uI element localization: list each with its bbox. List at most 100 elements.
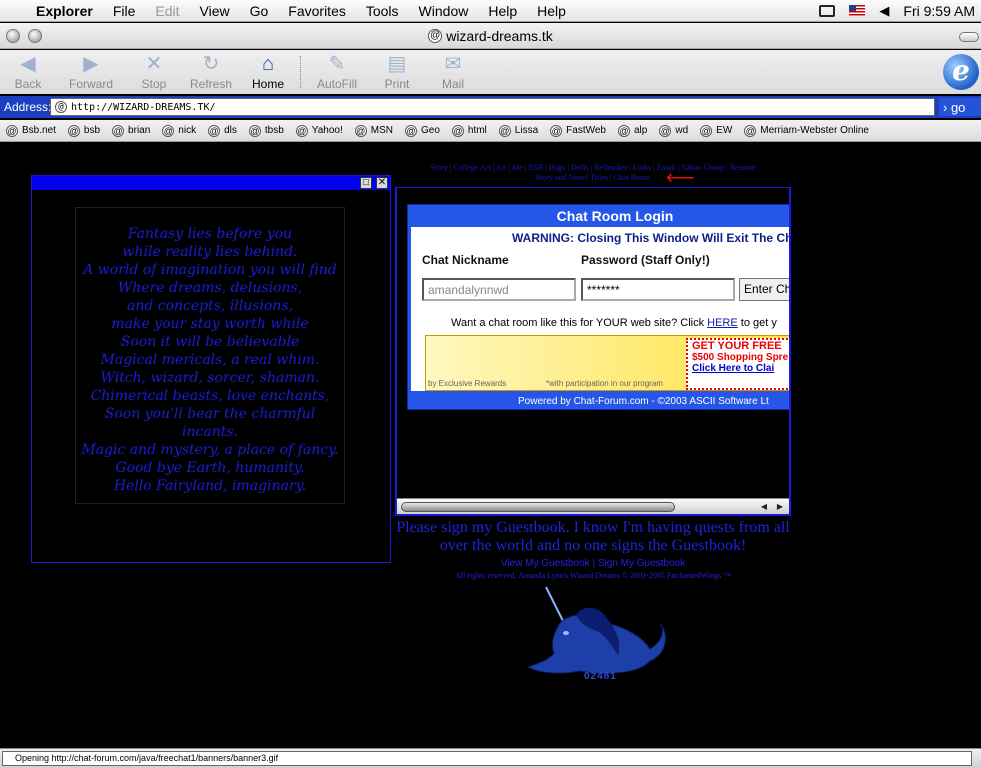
favorite-item[interactable]: @ bsb — [67, 124, 100, 137]
display-icon[interactable] — [819, 4, 836, 17]
favorite-label: Geo — [420, 125, 440, 136]
scroll-left-icon[interactable]: ◀ — [757, 500, 771, 514]
status-text: Opening http://chat-forum.com/java/freec… — [2, 751, 972, 766]
minimize-window-icon[interactable] — [28, 29, 42, 43]
poem-text: Fantasy lies before you while reality lie… — [75, 207, 345, 504]
address-input[interactable]: @ http://WIZARD-DREAMS.TK/ — [50, 98, 935, 116]
refresh-button[interactable]: ↻ Refresh — [182, 50, 240, 94]
banner-offer[interactable]: GET YOUR FREE $500 Shopping Spre Click H… — [686, 338, 789, 390]
site-nav-links: Story | College Art | Art | Me | BSB | B… — [395, 163, 791, 183]
favorite-item[interactable]: @ Lissa — [498, 124, 538, 137]
promo-text-suffix: to get y — [740, 317, 777, 329]
scroll-right-icon[interactable]: ▶ — [773, 500, 787, 514]
menu-help-2[interactable]: Help — [527, 3, 576, 19]
horizontal-scrollbar[interactable]: ◀ ▶ — [397, 498, 789, 514]
favorite-item[interactable]: @ MSN — [354, 124, 393, 137]
forward-button[interactable]: ▶ Forward — [56, 50, 126, 94]
favorite-item[interactable]: @ alp — [618, 124, 647, 137]
browser-toolbar: ◀ Back ▶ Forward ✕ Stop ↻ Refresh ⌂ Home ✎ Aut… — [0, 50, 981, 94]
favorite-item[interactable]: @ tbsb — [248, 124, 284, 137]
favorite-item[interactable]: @ dls — [208, 124, 237, 137]
close-window-icon[interactable] — [6, 29, 20, 43]
address-bar: Address: @ http://WIZARD-DREAMS.TK/ › go — [0, 96, 981, 118]
window-title: wizard-dreams.tk — [446, 27, 553, 44]
favorite-item[interactable]: @ html — [451, 124, 487, 137]
favorite-item[interactable]: @ EW — [700, 124, 733, 137]
autofill-label: AutoFill — [316, 77, 357, 91]
favorite-icon: @ — [451, 124, 464, 137]
autofill-icon: ✎ — [328, 53, 346, 75]
copyright-text: All rights reserved. Amanda Lynn's Wizar… — [454, 571, 732, 580]
poem-line: Good bye Earth, humanity. — [115, 460, 305, 476]
menu-go[interactable]: Go — [240, 3, 279, 19]
sign-guestbook-link[interactable]: Sign My Guestbook — [598, 558, 685, 569]
favorite-item[interactable]: @ Merriam-Webster Online — [744, 124, 869, 137]
password-label: Password (Staff Only!) — [581, 253, 710, 267]
favorite-item[interactable]: @ wd — [659, 124, 689, 137]
favorite-label: wd — [675, 125, 689, 136]
poem-line: Chimerical beasts, love enchants, — [90, 388, 330, 404]
web-page: □ ✕ Fantasy lies before you while reality… — [0, 143, 981, 748]
speaker-icon[interactable]: ◀ — [879, 3, 889, 19]
mail-icon: ✉ — [444, 53, 462, 75]
maximize-icon[interactable]: □ — [360, 177, 372, 189]
favorite-label: Merriam-Webster Online — [760, 125, 869, 136]
forward-label: Forward — [68, 77, 113, 91]
favorite-label: dls — [224, 125, 237, 136]
offer-claim-link[interactable]: Click Here to Clai — [692, 363, 789, 374]
poem-line: Soon you'll bear the charmful incants. — [104, 406, 316, 440]
favorite-item[interactable]: @ Bsb.net — [6, 124, 56, 137]
toolbar-toggle-icon[interactable] — [959, 32, 979, 42]
autofill-button[interactable]: ✎ AutoFill — [305, 50, 369, 94]
back-button[interactable]: ◀ Back — [0, 50, 56, 94]
nickname-input[interactable]: amandalynnwd — [422, 278, 576, 301]
poem-line: make your stay worth while — [111, 316, 309, 332]
menu-view[interactable]: View — [190, 3, 240, 19]
view-guestbook-link[interactable]: View My Guestbook — [501, 558, 590, 569]
printer-icon: ▤ — [387, 53, 407, 75]
home-button[interactable]: ⌂ Home — [240, 50, 296, 94]
unicorn-eye — [563, 631, 569, 635]
favorite-label: nick — [178, 125, 197, 136]
menu-favorites[interactable]: Favorites — [278, 3, 356, 19]
favorite-icon: @ — [6, 124, 18, 137]
favorite-item[interactable]: @ FastWeb — [550, 124, 606, 137]
close-icon[interactable]: ✕ — [376, 177, 388, 189]
refresh-icon: ↻ — [202, 53, 220, 75]
favorite-label: EW — [716, 125, 733, 136]
menu-help[interactable]: Help — [478, 3, 527, 19]
favorite-item[interactable]: @ brian — [112, 124, 150, 137]
menu-tools[interactable]: Tools — [356, 3, 409, 19]
print-button[interactable]: ▤ Print — [369, 50, 425, 94]
enter-chat-button[interactable]: Enter Ch — [739, 278, 789, 301]
favorites-bar: @ Bsb.net @ bsb @ brian @ nick @ dls @ tbsb @ Yahoo! @… — [0, 120, 981, 142]
nav-line-2[interactable]: Story and Novel Titles | Chat Room — [395, 173, 791, 183]
menu-explorer[interactable]: Explorer — [24, 3, 103, 19]
favorite-item[interactable]: @ nick — [162, 124, 197, 137]
favorite-item[interactable]: @ Yahoo! — [295, 124, 343, 137]
here-link[interactable]: HERE — [707, 317, 738, 329]
clock[interactable]: Fri 9:59 AM — [903, 3, 975, 19]
flag-icon[interactable] — [849, 5, 866, 16]
menu-edit[interactable]: Edit — [145, 3, 189, 19]
chat-frame: Chat Room Login WARNING: Closing This Wi… — [395, 187, 791, 516]
menu-extras: ◀ Fri 9:59 AM — [819, 3, 981, 19]
menu-window[interactable]: Window — [409, 3, 479, 19]
unicorn-image — [526, 586, 666, 674]
mail-button[interactable]: ✉ Mail — [425, 50, 481, 94]
red-arrow-icon: ⟵ — [666, 167, 695, 189]
site-icon: @ — [55, 101, 67, 113]
internet-explorer-logo[interactable]: e — [943, 54, 979, 90]
favorite-icon: @ — [248, 124, 261, 137]
favorite-item[interactable]: @ Geo — [404, 124, 440, 137]
scroll-thumb[interactable] — [401, 502, 675, 512]
go-button[interactable]: › go — [939, 98, 981, 116]
chat-login-panel: Chat Room Login WARNING: Closing This Wi… — [407, 204, 789, 410]
nav-line-1[interactable]: Story | College Art | Art | Me | BSB | B… — [395, 163, 791, 173]
menu-file[interactable]: File — [103, 3, 146, 19]
stop-button[interactable]: ✕ Stop — [126, 50, 182, 94]
popup-title-bar[interactable]: □ ✕ — [32, 176, 390, 190]
chat-promo-line: Want a chat room like this for YOUR web … — [451, 317, 777, 329]
ad-banner[interactable]: by Exclusive Rewards *with participation… — [425, 335, 789, 391]
password-input[interactable]: ******* — [581, 278, 735, 301]
